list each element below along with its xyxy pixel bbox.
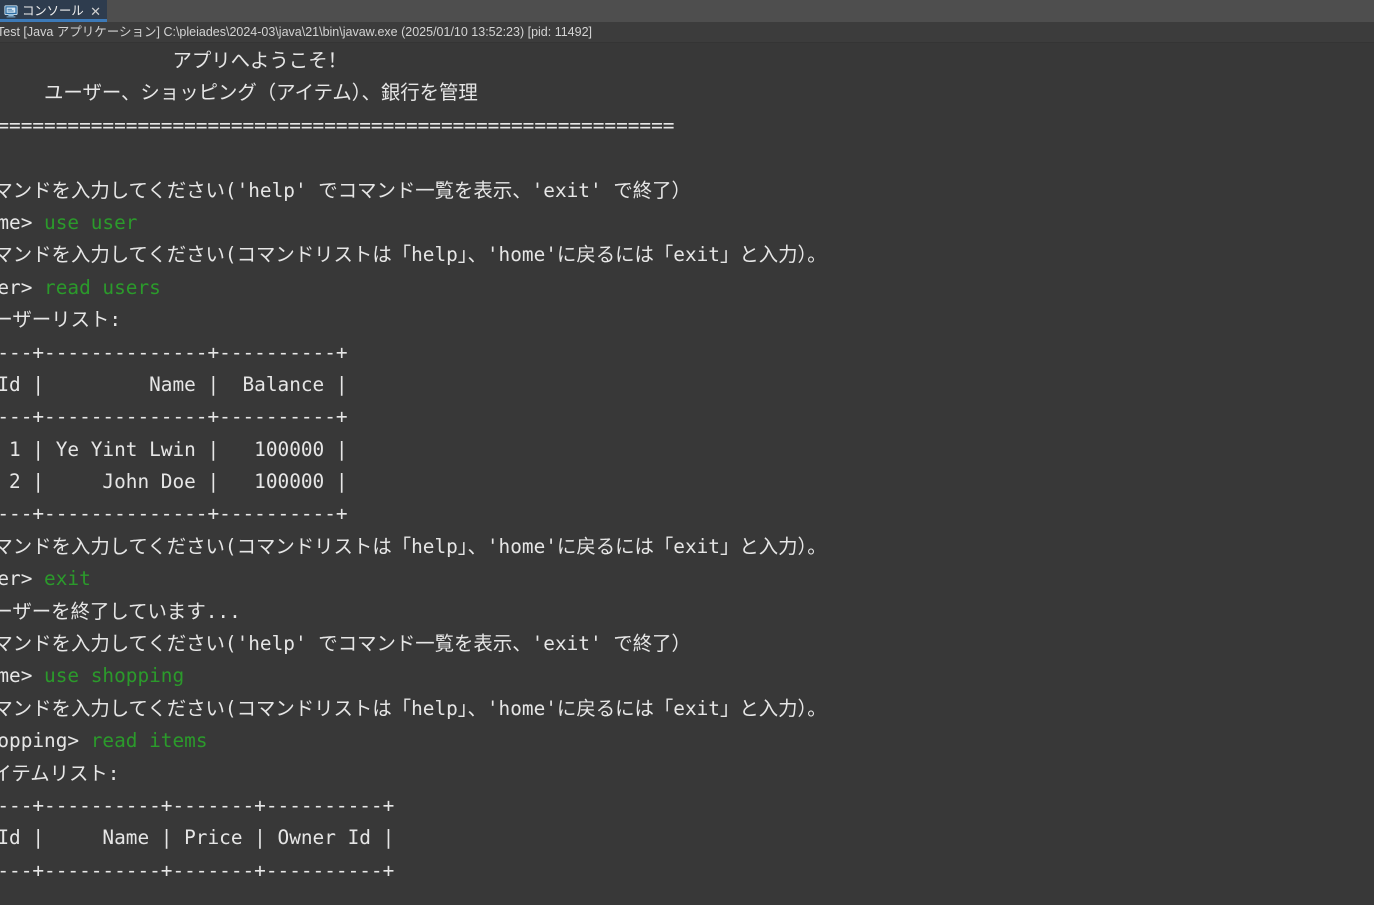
- console-plain-text: ユーザーを終了しています...: [0, 600, 241, 623]
- console-line-items-border-top: +----+----------+-------+----------+: [0, 790, 827, 822]
- console-command-text: exit: [44, 567, 91, 590]
- close-icon[interactable]: ✕: [88, 5, 101, 18]
- console-plain-text: コマンドを入力してください('help' でコマンド一覧を表示、'exit' で…: [0, 179, 691, 202]
- tab-console-label: コンソール: [22, 5, 84, 18]
- console-line-items-header: | Id | Name | Price | Owner Id |: [0, 822, 827, 854]
- console-output-panel[interactable]: アプリへようこそ！ ユーザー、ショッピング（アイテム）、銀行を管理 =======…: [0, 43, 1374, 905]
- console-line-home-prompt-1: コマンドを入力してください('help' でコマンド一覧を表示、'exit' で…: [0, 175, 827, 207]
- console-line-separator-1: ========================================…: [0, 110, 827, 142]
- console-line-welcome-subtitle: ユーザー、ショッピング（アイテム）、銀行を管理: [0, 77, 827, 109]
- console-plain-text: コマンドを入力してください(コマンドリストは「help」、'home'に戻るには…: [0, 535, 827, 558]
- console-plain-text: +----+----------+-------+----------+: [0, 859, 394, 882]
- console-line-user-list-title: ユーザーリスト:: [0, 304, 827, 336]
- console-command-text: use user: [44, 211, 137, 234]
- console-plain-text: +----+--------------+----------+: [0, 341, 348, 364]
- console-line-home-prompt-2: コマンドを入力してください('help' でコマンド一覧を表示、'exit' で…: [0, 628, 827, 660]
- console-plain-text: ========================================…: [0, 114, 674, 137]
- console-plain-text: +----+--------------+----------+: [0, 405, 348, 428]
- console-line-users-border-top: +----+--------------+----------+: [0, 337, 827, 369]
- console-line-users-row-2: | 2 | John Doe | 100000 |: [0, 466, 827, 498]
- console-plain-text: | 2 | John Doe | 100000 |: [0, 470, 348, 493]
- console-plain-text: +----+--------------+----------+: [0, 502, 348, 525]
- tab-console[interactable]: コンソール ✕: [0, 0, 107, 22]
- process-info-text: Test [Java アプリケーション] C:\pleiades\2024-03…: [0, 22, 592, 43]
- console-plain-text: user>: [0, 276, 44, 299]
- console-line-shopping-prompt-1: コマンドを入力してください(コマンドリストは「help」、'home'に戻るには…: [0, 693, 827, 725]
- console-line-home-input-2: home> use shopping: [0, 660, 827, 692]
- console-plain-text: | 1 | Ye Yint Lwin | 100000 |: [0, 438, 348, 461]
- console-plain-text: | Id | Name | Price | Owner Id |: [0, 826, 394, 849]
- console-plain-text: コマンドを入力してください(コマンドリストは「help」、'home'に戻るには…: [0, 243, 827, 266]
- console-line-user-exiting: ユーザーを終了しています...: [0, 596, 827, 628]
- console-line-users-border-mid: +----+--------------+----------+: [0, 401, 827, 433]
- console-plain-text: コマンドを入力してください(コマンドリストは「help」、'home'に戻るには…: [0, 697, 827, 720]
- console-line-user-input-1: user> read users: [0, 272, 827, 304]
- console-line-users-border-bot: +----+--------------+----------+: [0, 498, 827, 530]
- console-line-welcome-title: アプリへようこそ！: [0, 45, 827, 77]
- console-plain-text: shopping>: [0, 729, 91, 752]
- console-plain-text: user>: [0, 567, 44, 590]
- console-line-item-list-title: アイテムリスト:: [0, 758, 827, 790]
- console-plain-text: | Id | Name | Balance |: [0, 373, 348, 396]
- console-plain-text: ユーザー、ショッピング（アイテム）、銀行を管理: [0, 81, 478, 104]
- console-plain-text: +----+----------+-------+----------+: [0, 794, 394, 817]
- console-tab-bar: コンソール ✕: [0, 0, 1374, 22]
- console-line-blank-1: [0, 142, 827, 174]
- console-text: アプリへようこそ！ ユーザー、ショッピング（アイテム）、銀行を管理 =======…: [0, 45, 827, 887]
- console-line-home-input-1: home> use user: [0, 207, 827, 239]
- console-line-items-border-mid: +----+----------+-------+----------+: [0, 855, 827, 887]
- console-plain-text: home>: [0, 211, 44, 234]
- console-icon: [4, 4, 18, 18]
- console-plain-text: ユーザーリスト:: [0, 308, 121, 331]
- process-info-bar: Test [Java アプリケーション] C:\pleiades\2024-03…: [0, 22, 1374, 43]
- console-plain-text: コマンドを入力してください('help' でコマンド一覧を表示、'exit' で…: [0, 632, 691, 655]
- console-line-user-prompt-1: コマンドを入力してください(コマンドリストは「help」、'home'に戻るには…: [0, 239, 827, 271]
- console-command-text: use shopping: [44, 664, 184, 687]
- console-line-user-input-2: user> exit: [0, 563, 827, 595]
- console-plain-text: アイテムリスト:: [0, 762, 119, 785]
- console-command-text: read items: [91, 729, 208, 752]
- console-command-text: read users: [44, 276, 161, 299]
- console-line-users-row-1: | 1 | Ye Yint Lwin | 100000 |: [0, 434, 827, 466]
- console-line-shopping-input-1: shopping> read items: [0, 725, 827, 757]
- console-plain-text: アプリへようこそ！: [0, 49, 347, 72]
- console-plain-text: home>: [0, 664, 44, 687]
- console-line-users-header: | Id | Name | Balance |: [0, 369, 827, 401]
- console-line-user-prompt-2: コマンドを入力してください(コマンドリストは「help」、'home'に戻るには…: [0, 531, 827, 563]
